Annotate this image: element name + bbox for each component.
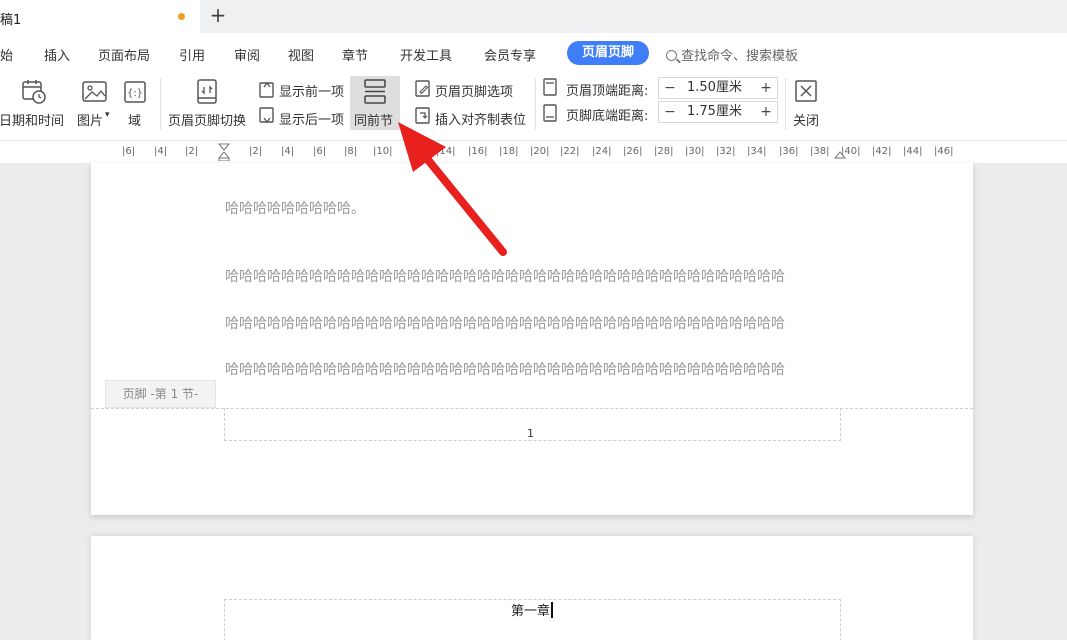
red-arrow-annotation-icon xyxy=(398,122,507,256)
